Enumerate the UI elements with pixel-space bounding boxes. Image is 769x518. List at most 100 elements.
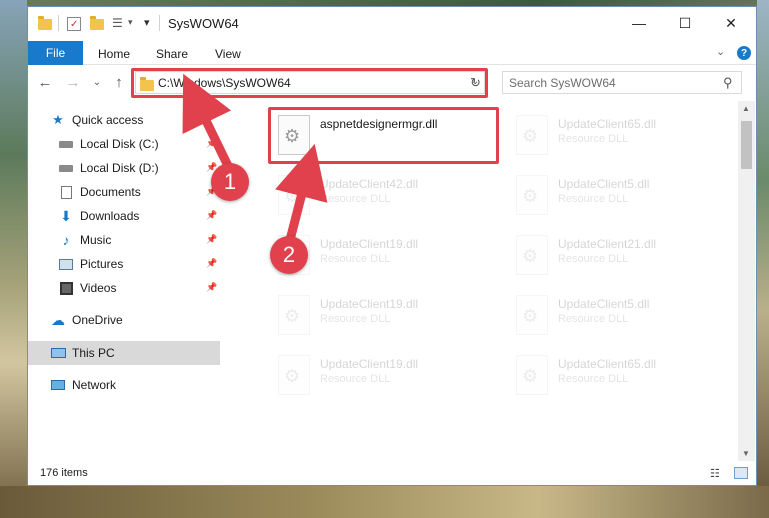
folder-icon	[38, 16, 52, 30]
dll-file-icon: ⚙	[516, 235, 548, 275]
step-badge-1: 1	[211, 163, 249, 201]
gear-icon: ⚙	[522, 186, 539, 206]
gear-icon: ⚙	[522, 246, 539, 266]
expand-ribbon-icon[interactable]: ⌄	[716, 45, 725, 58]
pin-icon: 📌	[206, 258, 218, 268]
scrollbar-thumb[interactable]	[741, 121, 752, 169]
file-name: UpdateClient65.dll	[558, 357, 657, 371]
sidebar-item-this-pc[interactable]: This PC	[28, 341, 220, 365]
back-button[interactable]: ←	[36, 73, 54, 91]
file-item[interactable]: ⚙ UpdateClient42.dll Resource DLL	[274, 171, 504, 227]
gear-icon: ⚙	[522, 366, 539, 386]
sidebar-item-documents[interactable]: Documents 📌	[28, 180, 220, 204]
dll-file-icon: ⚙	[516, 115, 548, 155]
file-list: ⚙ aspnetdesignermgr.dll ⚙ UpdateClient65…	[222, 101, 738, 461]
cloud-icon: ☁	[51, 311, 65, 328]
sidebar-item-label: Local Disk (C:)	[80, 137, 159, 151]
maximize-button[interactable]: ☐	[662, 7, 708, 39]
sidebar-item-music[interactable]: ♪ Music 📌	[28, 228, 220, 252]
dll-file-icon: ⚙	[278, 175, 310, 215]
file-type: Resource DLL	[320, 373, 391, 385]
pin-icon: 📌	[206, 234, 218, 244]
details-view-icon[interactable]: ☷	[710, 467, 724, 480]
close-button[interactable]: ✕	[708, 7, 754, 39]
file-name: UpdateClient5.dll	[558, 297, 650, 311]
window-title: SysWOW64	[168, 16, 239, 31]
sidebar-item-pictures[interactable]: Pictures 📌	[28, 252, 220, 276]
drive-icon	[58, 161, 74, 175]
file-type: Resource DLL	[320, 253, 391, 265]
search-placeholder: Search SysWOW64	[509, 76, 616, 90]
new-folder-icon[interactable]	[90, 16, 104, 30]
sidebar-item-label: OneDrive	[72, 313, 123, 327]
customize-icon[interactable]: ☰	[112, 16, 126, 30]
file-item[interactable]: ⚙ UpdateClient19.dll Resource DLL	[274, 231, 504, 287]
file-item[interactable]: ⚙ UpdateClient5.dll Resource DLL	[512, 291, 742, 347]
sidebar-item-network[interactable]: Network	[28, 373, 220, 397]
chevron-down-icon[interactable]: ▾	[128, 17, 133, 28]
search-icon[interactable]: ⚲	[723, 75, 733, 91]
forward-button[interactable]: →	[64, 73, 82, 91]
file-item[interactable]: ⚙ UpdateClient21.dll Resource DLL	[512, 231, 742, 287]
file-name: UpdateClient19.dll	[320, 237, 419, 251]
sidebar-item-label: Videos	[80, 281, 117, 295]
sidebar-item-label: Music	[80, 233, 112, 247]
navigation-pane: ★ Quick access Local Disk (C:) 📌 Local D…	[28, 101, 222, 461]
sidebar-item-label: Downloads	[80, 209, 140, 223]
pin-icon: 📌	[206, 282, 218, 292]
properties-icon[interactable]: ✓	[67, 17, 81, 31]
videos-icon	[58, 281, 74, 295]
scroll-up-icon[interactable]: ▲	[742, 104, 750, 113]
star-icon: ★	[52, 112, 64, 127]
step-badge-2: 2	[270, 236, 308, 274]
ribbon-tabs: File Home Share View ⌄ ?	[28, 39, 756, 65]
search-input[interactable]: Search SysWOW64 ⚲	[502, 71, 742, 94]
sidebar-item-label: Network	[72, 378, 117, 392]
pin-icon: 📌	[206, 138, 218, 148]
sidebar-item-label: Quick access	[72, 113, 144, 127]
title-divider	[159, 15, 160, 31]
file-item[interactable]: ⚙ UpdateClient19.dll Resource DLL	[274, 351, 504, 407]
sidebar-item-downloads[interactable]: ⬇ Downloads 📌	[28, 204, 220, 228]
file-name: UpdateClient19.dll	[320, 297, 419, 311]
qat-dropdown-icon[interactable]: ▾	[144, 16, 150, 29]
scroll-down-icon[interactable]: ▼	[742, 449, 750, 458]
tab-home[interactable]: Home	[98, 47, 130, 61]
title-bar: ✓ ☰ ▾ ▾ SysWOW64 — ☐ ✕	[28, 7, 756, 39]
drive-icon	[58, 137, 74, 151]
item-count: 176 items	[40, 467, 88, 479]
file-item[interactable]: ⚙ UpdateClient5.dll Resource DLL	[512, 171, 742, 227]
up-button[interactable]: ↑	[110, 73, 128, 91]
sidebar-item-local-disk-c[interactable]: Local Disk (C:) 📌	[28, 132, 220, 156]
file-type: Resource DLL	[558, 193, 629, 205]
computer-icon	[50, 346, 66, 360]
recent-locations-button[interactable]: ⌄	[88, 73, 106, 91]
help-icon[interactable]: ?	[737, 46, 751, 60]
sidebar-item-local-disk-d[interactable]: Local Disk (D:) 📌	[28, 156, 220, 180]
sidebar-item-onedrive[interactable]: ☁ OneDrive	[28, 308, 220, 332]
dll-file-icon: ⚙	[516, 355, 548, 395]
tab-share[interactable]: Share	[156, 47, 188, 61]
file-type: Resource DLL	[558, 373, 629, 385]
tab-view[interactable]: View	[215, 47, 241, 61]
sidebar-item-label: Pictures	[80, 257, 124, 271]
file-item[interactable]: ⚙ UpdateClient65.dll Resource DLL	[512, 351, 742, 407]
desktop-wallpaper-left	[0, 0, 27, 518]
sidebar-item-videos[interactable]: Videos 📌	[28, 276, 220, 300]
network-icon	[50, 378, 66, 392]
gear-icon: ⚙	[522, 126, 539, 146]
dll-file-icon: ⚙	[278, 295, 310, 335]
file-type: Resource DLL	[320, 193, 391, 205]
vertical-scrollbar[interactable]: ▲ ▼	[738, 101, 755, 461]
file-item[interactable]: ⚙ UpdateClient65.dll Resource DLL	[512, 111, 742, 167]
gear-icon: ⚙	[284, 366, 301, 386]
file-item[interactable]: ⚙ UpdateClient19.dll Resource DLL	[274, 291, 504, 347]
gear-icon: ⚙	[522, 306, 539, 326]
sidebar-item-quick-access[interactable]: ★ Quick access	[28, 108, 220, 132]
minimize-button[interactable]: —	[616, 7, 662, 39]
dll-file-icon: ⚙	[278, 355, 310, 395]
large-icons-view-icon[interactable]	[734, 467, 748, 479]
desktop-wallpaper-bottom	[0, 486, 769, 518]
tab-file[interactable]: File	[28, 41, 83, 65]
sidebar-item-label: Documents	[80, 185, 141, 199]
